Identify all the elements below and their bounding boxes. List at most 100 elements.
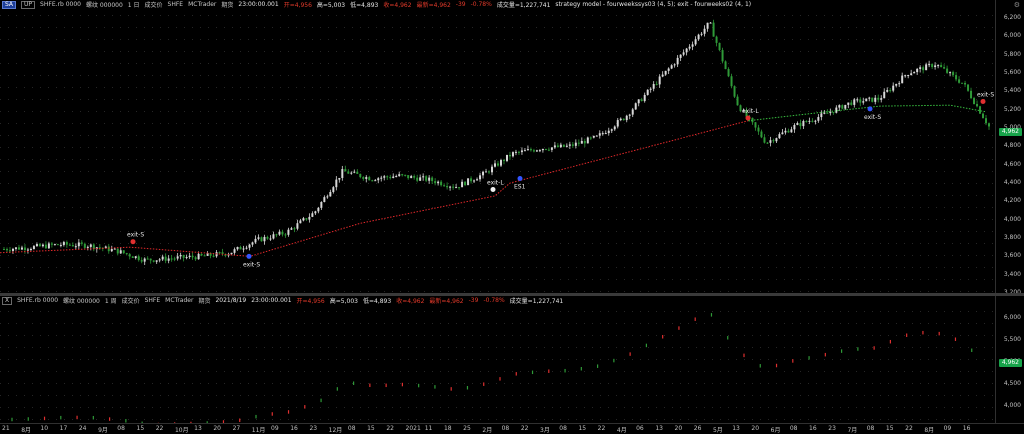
up-button[interactable]: UP [21, 1, 35, 9]
grid-dot [704, 87, 705, 88]
grid-dot [200, 371, 201, 372]
grid-dot [800, 135, 801, 136]
grid-dot [136, 87, 137, 88]
grid-dot [96, 87, 97, 88]
grid-dot [504, 135, 505, 136]
grid-dot [344, 395, 345, 396]
grid-dot [392, 323, 393, 324]
grid-dot [552, 51, 553, 52]
candle-body [66, 242, 68, 245]
grid-dot [384, 171, 385, 172]
grid-dot [432, 111, 433, 112]
grid-dot [608, 171, 609, 172]
grid-dot [376, 183, 377, 184]
trade-marker-label: ES1 [514, 183, 526, 190]
grid-dot [56, 207, 57, 208]
grid-dot [712, 171, 713, 172]
grid-dot [864, 243, 865, 244]
grid-dot [888, 419, 889, 420]
grid-dot [296, 279, 297, 280]
weekly-price-plot[interactable] [0, 305, 996, 423]
grid-dot [8, 171, 9, 172]
candle-body [138, 256, 140, 260]
grid-dot [744, 407, 745, 408]
grid-dot [112, 255, 113, 256]
grid-dot [80, 63, 81, 64]
grid-dot [528, 267, 529, 268]
grid-dot [592, 279, 593, 280]
grid-dot [304, 147, 305, 148]
grid-dot [936, 371, 937, 372]
grid-dot [248, 195, 249, 196]
candle-body [42, 245, 44, 247]
grid-dot [56, 195, 57, 196]
grid-dot [816, 63, 817, 64]
grid-dot [208, 219, 209, 220]
grid-dot [232, 267, 233, 268]
grid-dot [392, 147, 393, 148]
grid-dot [728, 207, 729, 208]
candle-body [24, 248, 26, 251]
grid-dot [280, 371, 281, 372]
grid-dot [128, 323, 129, 324]
grid-dot [736, 27, 737, 28]
grid-dot [48, 323, 49, 324]
candle-body [608, 131, 610, 133]
grid-dot [264, 255, 265, 256]
grid-dot [656, 231, 657, 232]
grid-dot [304, 207, 305, 208]
grid-dot [352, 195, 353, 196]
grid-dot [288, 359, 289, 360]
grid-dot [280, 87, 281, 88]
grid-dot [984, 311, 985, 312]
grid-dot [624, 243, 625, 244]
grid-dot [720, 183, 721, 184]
grid-dot [896, 243, 897, 244]
grid-dot [584, 219, 585, 220]
grid-dot [952, 135, 953, 136]
grid-dot [288, 243, 289, 244]
grid-dot [16, 407, 17, 408]
grid-dot [8, 395, 9, 396]
grid-dot [952, 395, 953, 396]
grid-dot [920, 243, 921, 244]
grid-dot [464, 311, 465, 312]
sa-button[interactable]: SA [2, 1, 16, 9]
grid-dot [520, 279, 521, 280]
grid-dot [968, 195, 969, 196]
grid-dot [336, 111, 337, 112]
candle-body [934, 65, 936, 67]
grid-dot [40, 27, 41, 28]
candle-body [506, 155, 508, 161]
grid-dot [168, 207, 169, 208]
grid-dot [384, 243, 385, 244]
grid-dot [824, 371, 825, 372]
grid-dot [424, 51, 425, 52]
daily-price-plot[interactable]: exit-Sexit-Sexit-LES1exit-Lexit-Sexit-S [0, 9, 996, 293]
grid-dot [712, 231, 713, 232]
weekly-chart-pane[interactable]: X SHFE.rb 0000 螺纹 000000 1 周 成交价 SHFE MC… [0, 296, 1024, 423]
grid-dot [464, 419, 465, 420]
grid-dot [936, 63, 937, 64]
grid-dot [104, 231, 105, 232]
grid-dot [680, 395, 681, 396]
grid-dot [672, 39, 673, 40]
candle-body [326, 196, 328, 197]
close-pane-button[interactable]: X [2, 297, 12, 305]
grid-dot [136, 383, 137, 384]
grid-dot [680, 171, 681, 172]
grid-dot [664, 27, 665, 28]
grid-dot [192, 407, 193, 408]
grid-dot [464, 99, 465, 100]
grid-dot [528, 335, 529, 336]
daily-chart-pane[interactable]: SA UP SHFE.rb 0000 螺纹 000000 1 日 成交价 SHF… [0, 0, 1024, 293]
grid-dot [344, 27, 345, 28]
grid-dot [56, 15, 57, 16]
grid-dot [448, 51, 449, 52]
grid-dot [848, 99, 849, 100]
grid-dot [880, 135, 881, 136]
grid-dot [208, 135, 209, 136]
grid-dot [128, 183, 129, 184]
grid-dot [648, 27, 649, 28]
grid-dot [808, 383, 809, 384]
